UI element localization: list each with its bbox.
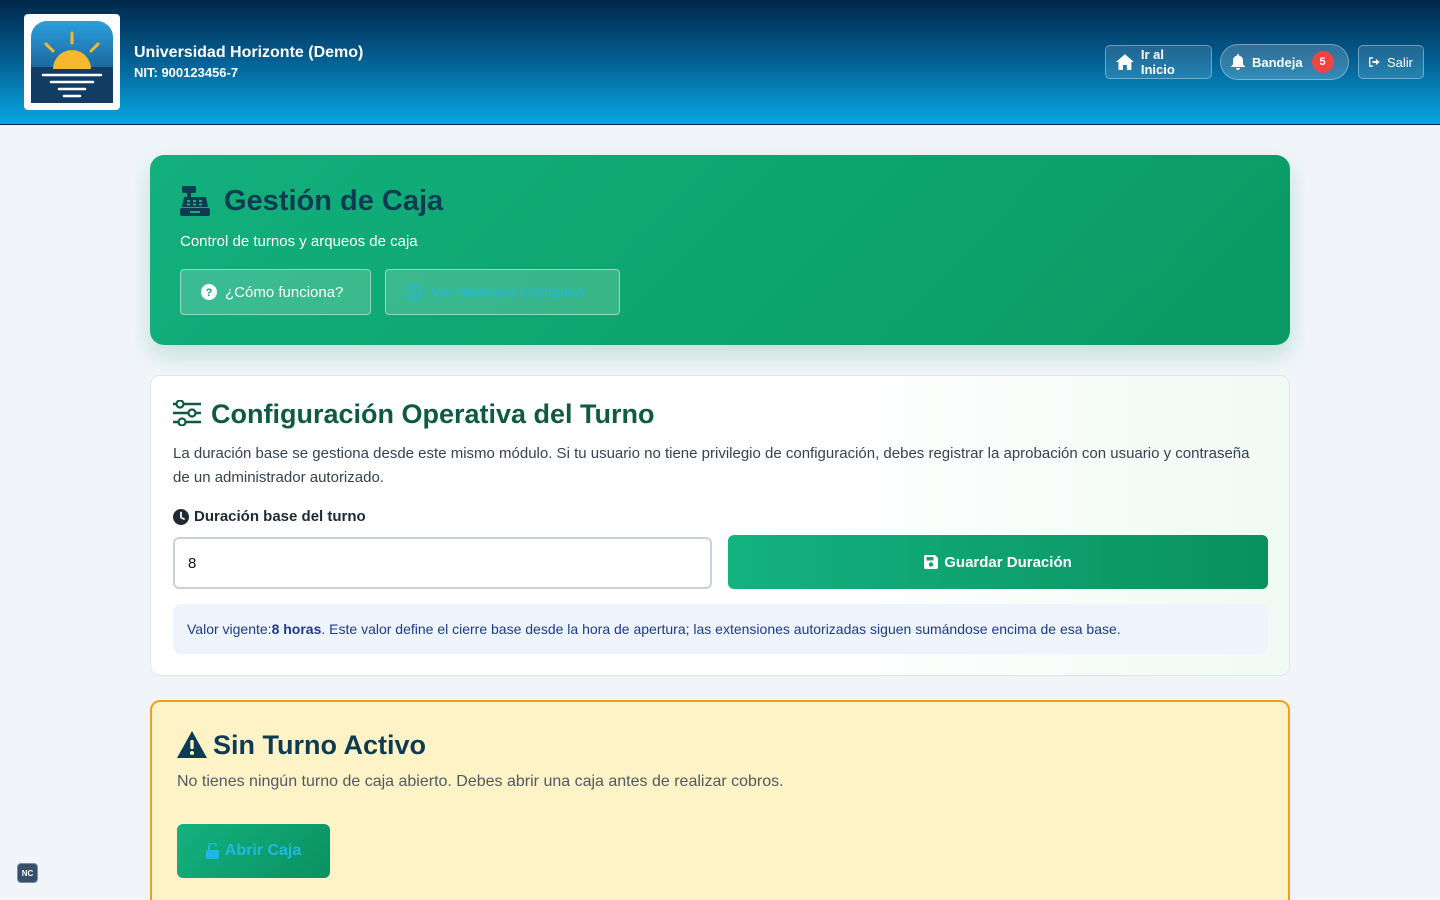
logout-label: Salir <box>1386 54 1413 70</box>
save-duration-button[interactable]: Guardar Duración <box>728 535 1268 589</box>
alert-title: Sin Turno Activo <box>213 730 426 760</box>
logout-button[interactable]: Salir <box>1358 45 1424 79</box>
top-header: Universidad Horizonte (Demo) NIT: 900123… <box>0 0 1440 125</box>
warning-triangle-icon <box>177 731 207 758</box>
full-history-button[interactable]: Ver Histórico Completo <box>385 269 620 315</box>
note-suffix: . Este valor define el cierre base desde… <box>321 621 1121 637</box>
open-register-button[interactable]: Abrir Caja <box>177 824 330 878</box>
question-circle-icon: ? <box>201 284 217 300</box>
full-history-label: Ver Histórico Completo <box>431 283 585 301</box>
go-home-label: Ir al Inicio <box>1140 47 1175 77</box>
duration-label-text: Duración base del turno <box>194 508 366 525</box>
cash-register-icon <box>180 186 210 216</box>
no-active-shift-alert: Sin Turno Activo No tienes ningún turno … <box>150 700 1290 900</box>
cash-management-hero: Gestión de Caja Control de turnos y arqu… <box>150 155 1290 345</box>
how-it-works-label: ¿Cómo funciona? <box>225 283 344 301</box>
current-value-note: Valor vigente: 8 horas . Este valor defi… <box>173 604 1268 654</box>
duration-label: Duración base del turno <box>173 508 366 525</box>
note-prefix: Valor vigente: <box>187 621 272 637</box>
floppy-disk-icon <box>924 555 939 569</box>
bell-icon <box>1231 54 1245 70</box>
svg-text:?: ? <box>206 287 213 299</box>
open-register-label: Abrir Caja <box>224 842 302 859</box>
clock-icon <box>173 508 189 525</box>
duration-input[interactable] <box>173 537 712 589</box>
home-icon <box>1116 54 1134 70</box>
inbox-button[interactable]: Bandeja 5 <box>1220 44 1349 80</box>
note-current-value: 8 horas <box>271 621 322 637</box>
config-description: La duración base se gestiona desde este … <box>173 445 1250 486</box>
sliders-icon <box>173 400 201 426</box>
page-subtitle: Control de turnos y arqueos de caja <box>180 233 418 250</box>
inbox-label: Bandeja <box>1252 54 1303 70</box>
how-it-works-button[interactable]: ? ¿Cómo funciona? <box>180 269 371 315</box>
shift-config-card: Configuración Operativa del Turno La dur… <box>150 375 1290 676</box>
save-duration-label: Guardar Duración <box>944 553 1072 571</box>
sign-out-icon <box>1369 57 1380 67</box>
nc-corner-badge[interactable]: NC <box>17 863 38 883</box>
inbox-count-badge: 5 <box>1311 51 1334 73</box>
organization-nit: NIT: 900123456-7 <box>134 65 239 80</box>
unlock-icon <box>205 843 219 859</box>
config-title: Configuración Operativa del Turno <box>211 399 655 429</box>
go-home-button[interactable]: Ir al Inicio <box>1105 45 1212 79</box>
org-logo[interactable] <box>24 14 120 110</box>
alert-description: No tienes ningún turno de caja abierto. … <box>177 773 784 790</box>
page-title: Gestión de Caja <box>224 185 444 217</box>
sunrise-logo-icon <box>31 21 113 103</box>
history-icon <box>406 284 423 300</box>
organization-name: Universidad Horizonte (Demo) <box>134 44 364 61</box>
